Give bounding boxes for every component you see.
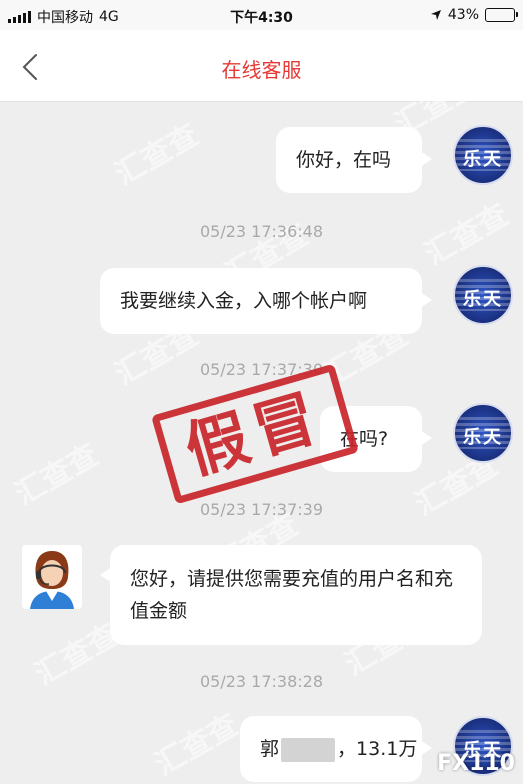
avatar-label: 乐天 xyxy=(463,427,503,448)
location-arrow-icon xyxy=(430,10,441,20)
nav-bar: 在线客服 xyxy=(0,30,523,102)
page-title: 在线客服 xyxy=(221,58,302,82)
avatar-label: 乐天 xyxy=(463,289,503,310)
redacted-name-blur xyxy=(281,737,336,762)
message-text-suffix: ，13.1万 xyxy=(337,738,418,760)
chat-bubble-user[interactable]: 郭 ，13.1万 xyxy=(240,716,432,782)
corner-logo: FX110 xyxy=(437,751,515,776)
chat-bubble-user[interactable]: 我要继续入金，入哪个帐户啊 xyxy=(100,268,432,334)
status-bar: 中国移动 4G 下午4:30 43% xyxy=(0,0,523,30)
battery-icon xyxy=(485,8,518,22)
message-text: 你好，在吗 xyxy=(296,149,392,171)
message-timestamp: 05/23 17:36:48 xyxy=(199,222,324,241)
watermark: 汇查查 xyxy=(109,117,205,193)
agent-avatar[interactable] xyxy=(22,545,82,609)
status-right: 43% xyxy=(430,7,518,23)
user-avatar[interactable]: 乐天 xyxy=(453,403,513,463)
fake-stamp: 假冒 xyxy=(151,363,359,505)
watermark: 汇查查 xyxy=(149,707,245,783)
message-text: 我要继续入金，入哪个帐户啊 xyxy=(120,290,368,312)
message-timestamp: 05/23 17:38:28 xyxy=(199,672,324,691)
user-avatar[interactable]: 乐天 xyxy=(453,265,513,325)
avatar-label: 乐天 xyxy=(463,149,503,170)
customer-service-agent-icon xyxy=(22,545,82,609)
message-text-prefix: 郭 xyxy=(260,738,280,760)
chat-bubble-agent[interactable]: 您好，请提供您需要充值的用户名和充值金额 xyxy=(100,545,482,645)
message-text: 您好，请提供您需要充值的用户名和充值金额 xyxy=(130,568,454,622)
chat-bubble-user[interactable]: 你好，在吗 xyxy=(276,127,432,193)
battery-percent: 43% xyxy=(447,7,479,23)
message-timestamp: 05/23 17:37:39 xyxy=(199,500,324,519)
user-avatar[interactable]: 乐天 xyxy=(453,125,513,185)
message-timestamp: 05/23 17:37:30 xyxy=(199,360,324,379)
